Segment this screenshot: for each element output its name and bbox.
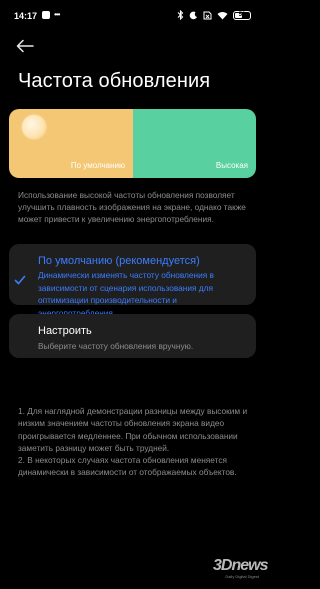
preview-default-label: По умолчанию [70, 161, 125, 170]
status-bar: 14:17 ••• 50 [0, 0, 265, 34]
watermark-logo: 3Dnews [213, 557, 268, 574]
status-notifications: ••• [42, 10, 60, 19]
bluetooth-icon [177, 10, 184, 20]
battery-percent: 50 [238, 11, 246, 18]
refresh-rate-preview: По умолчанию Высокая [9, 109, 256, 178]
watermark: 3Dnews Daily Digital Digest [213, 557, 268, 580]
option-default-title: По умолчанию (рекомендуется) [38, 255, 200, 267]
description-text: Использование высокой частоты обновления… [18, 190, 246, 224]
wifi-icon [217, 11, 228, 19]
do-not-disturb-icon [189, 11, 197, 19]
watermark-tagline: Daily Digital Digest [225, 574, 259, 579]
note-1: 1. Для наглядной демонстрации разницы ме… [18, 406, 248, 453]
no-sim-icon [203, 11, 212, 19]
preview-animated-ball [22, 115, 46, 139]
option-default-subtitle: Динамически изменять частоту обновления … [38, 270, 214, 318]
battery-icon: 50 [233, 10, 251, 20]
preview-high-label: Высокая [215, 161, 248, 170]
checkmark-icon [14, 275, 26, 285]
option-custom-title: Настроить [38, 325, 92, 337]
preview-default[interactable]: По умолчанию [9, 109, 133, 178]
back-button[interactable] [12, 36, 36, 56]
note-2: 2. В некоторых случаях частота обновлени… [18, 455, 237, 478]
back-arrow-icon [16, 39, 34, 53]
preview-high[interactable]: Высокая [133, 109, 256, 178]
notification-icon [42, 11, 50, 19]
more-notifications-icon: ••• [54, 10, 60, 19]
status-icons: 50 [177, 10, 251, 20]
status-time: 14:17 [14, 11, 38, 21]
notes: 1. Для наглядной демонстрации разницы ме… [18, 405, 250, 479]
page-title: Частота обновления [18, 70, 211, 92]
option-custom-subtitle: Выберите частоту обновления вручную. [38, 341, 194, 351]
